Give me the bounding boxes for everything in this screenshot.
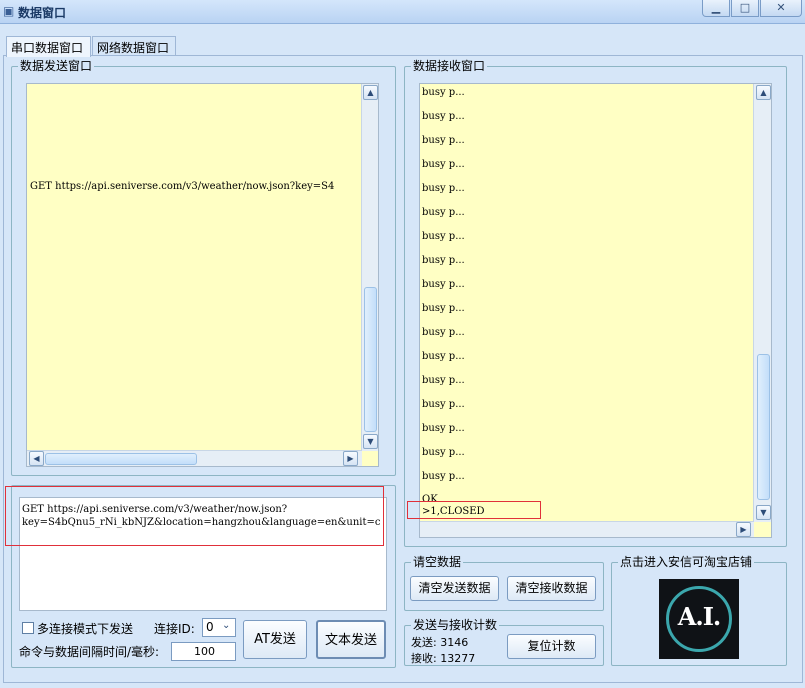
receive-line: busy p... [422, 255, 465, 266]
highlight-box-closed [407, 501, 541, 519]
receive-line: busy p... [422, 231, 465, 242]
scroll-up-button[interactable]: ▲ [363, 85, 378, 100]
receive-line: busy p... [422, 207, 465, 218]
multi-connect-label: 多连接模式下发送 [37, 622, 134, 636]
multi-connect-checkbox[interactable] [22, 622, 34, 634]
connection-id-value: 0 [206, 620, 214, 634]
send-horizontal-scrollbar[interactable]: ◀ ▶ [27, 450, 362, 466]
text-send-button[interactable]: 文本发送 [316, 620, 386, 659]
interval-input[interactable]: 100 [171, 642, 236, 661]
receive-line: busy p... [422, 183, 465, 194]
receive-line: busy p... [422, 327, 465, 338]
receive-horizontal-scrollbar[interactable]: ▶ [420, 521, 754, 537]
scroll-up-button[interactable]: ▲ [756, 85, 771, 100]
scroll-right-button[interactable]: ▶ [736, 522, 751, 537]
sent-count: 发送: 3146 [411, 636, 469, 649]
reset-count-button[interactable]: 复位计数 [507, 634, 596, 659]
interval-value: 100 [194, 645, 215, 658]
close-button[interactable]: ✕ [760, 0, 802, 17]
receive-line: busy p... [422, 159, 465, 170]
scroll-thumb[interactable] [364, 287, 377, 432]
receive-line: busy p... [422, 423, 465, 434]
connection-id-label: 连接ID: [154, 622, 195, 636]
receive-line: busy p... [422, 111, 465, 122]
clear-receive-button[interactable]: 清空接收数据 [507, 576, 596, 601]
receive-line: busy p... [422, 135, 465, 146]
receive-line: busy p... [422, 279, 465, 290]
scroll-thumb[interactable] [757, 354, 770, 500]
send-text-area[interactable]: GET https://api.seniverse.com/v3/weather… [26, 83, 379, 467]
receive-line: busy p... [422, 447, 465, 458]
send-text-line: GET https://api.seniverse.com/v3/weather… [30, 181, 335, 192]
clear-data-label: 请空数据 [411, 555, 464, 569]
minimize-button[interactable]: ▁ [702, 0, 730, 17]
maximize-button[interactable]: □ [731, 0, 759, 17]
scroll-left-button[interactable]: ◀ [29, 451, 44, 466]
tab-network-data[interactable]: 网络数据窗口 [92, 36, 176, 56]
receive-text-area[interactable]: busy p... busy p... busy p... busy p... busy… [419, 83, 772, 538]
tab-serial-data[interactable]: 串口数据窗口 [6, 36, 91, 57]
receive-line: busy p... [422, 471, 465, 482]
receive-window-label: 数据接收窗口 [411, 59, 488, 73]
scroll-down-button[interactable]: ▼ [756, 505, 771, 520]
count-group-label: 发送与接收计数 [411, 618, 500, 632]
connection-id-select[interactable]: 0 ⌄ [202, 618, 236, 637]
window-title: 数据窗口 [18, 6, 67, 20]
receive-line: busy p... [422, 375, 465, 386]
send-window-label: 数据发送窗口 [18, 59, 95, 73]
clear-send-button[interactable]: 清空发送数据 [410, 576, 499, 601]
scroll-down-button[interactable]: ▼ [363, 434, 378, 449]
title-bar[interactable]: ▣ 数据窗口 ▁ □ ✕ [0, 0, 805, 24]
send-vertical-scrollbar[interactable]: ▲ ▼ [361, 84, 378, 451]
interval-label: 命令与数据间隔时间/毫秒: [19, 645, 160, 659]
receive-line: busy p... [422, 303, 465, 314]
shop-logo-button[interactable]: A.I. [659, 579, 739, 659]
receive-line: busy p... [422, 87, 465, 98]
receive-line: busy p... [422, 399, 465, 410]
highlight-box-command [5, 486, 384, 546]
scroll-right-button[interactable]: ▶ [343, 451, 358, 466]
shop-group-label: 点击进入安信可淘宝店铺 [618, 555, 755, 569]
receive-vertical-scrollbar[interactable]: ▲ ▼ [753, 84, 771, 522]
app-icon: ▣ [3, 4, 15, 18]
logo-text: A.I. [677, 602, 722, 631]
received-count: 接收: 13277 [411, 652, 476, 665]
receive-line: busy p... [422, 351, 465, 362]
scroll-thumb[interactable] [45, 453, 197, 465]
at-send-button[interactable]: AT发送 [243, 620, 307, 659]
chevron-down-icon: ⌄ [222, 620, 231, 631]
